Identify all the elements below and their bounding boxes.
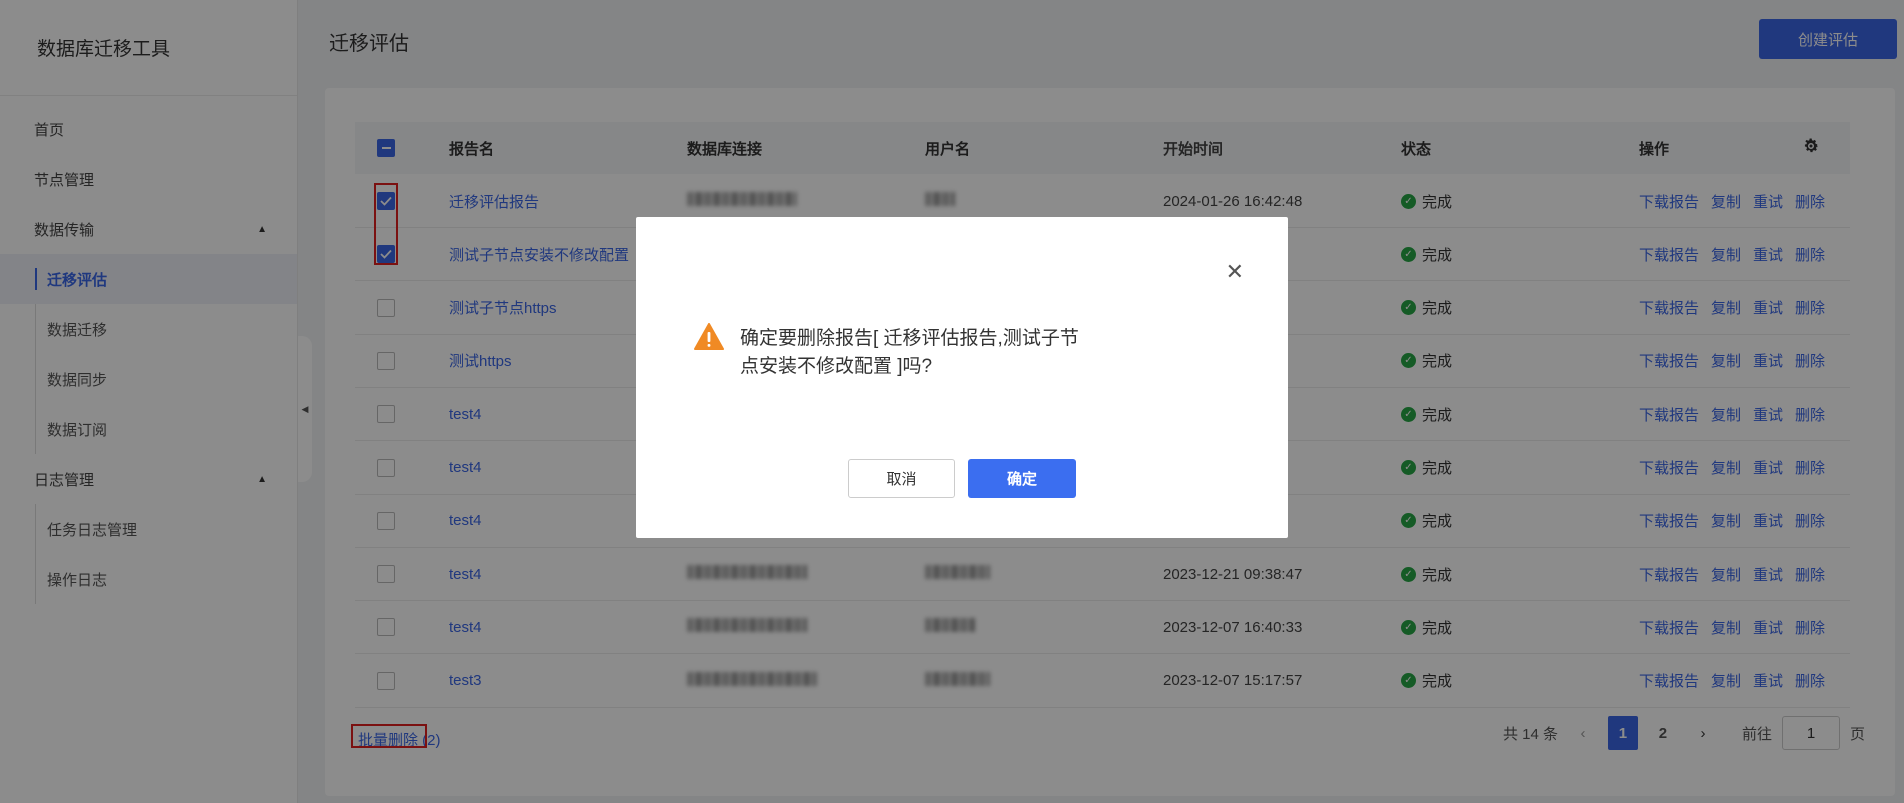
delete-confirm-dialog: ✕ 确定要删除报告[ 迁移评估报告,测试子节点安装不修改配置 ]吗? 取消 确定 bbox=[636, 217, 1288, 538]
dialog-message: 确定要删除报告[ 迁移评估报告,测试子节点安装不修改配置 ]吗? bbox=[740, 328, 1079, 377]
cancel-button[interactable]: 取消 bbox=[848, 459, 955, 498]
close-icon[interactable]: ✕ bbox=[1226, 261, 1244, 283]
confirm-button[interactable]: 确定 bbox=[968, 459, 1076, 498]
warning-icon bbox=[694, 323, 724, 355]
